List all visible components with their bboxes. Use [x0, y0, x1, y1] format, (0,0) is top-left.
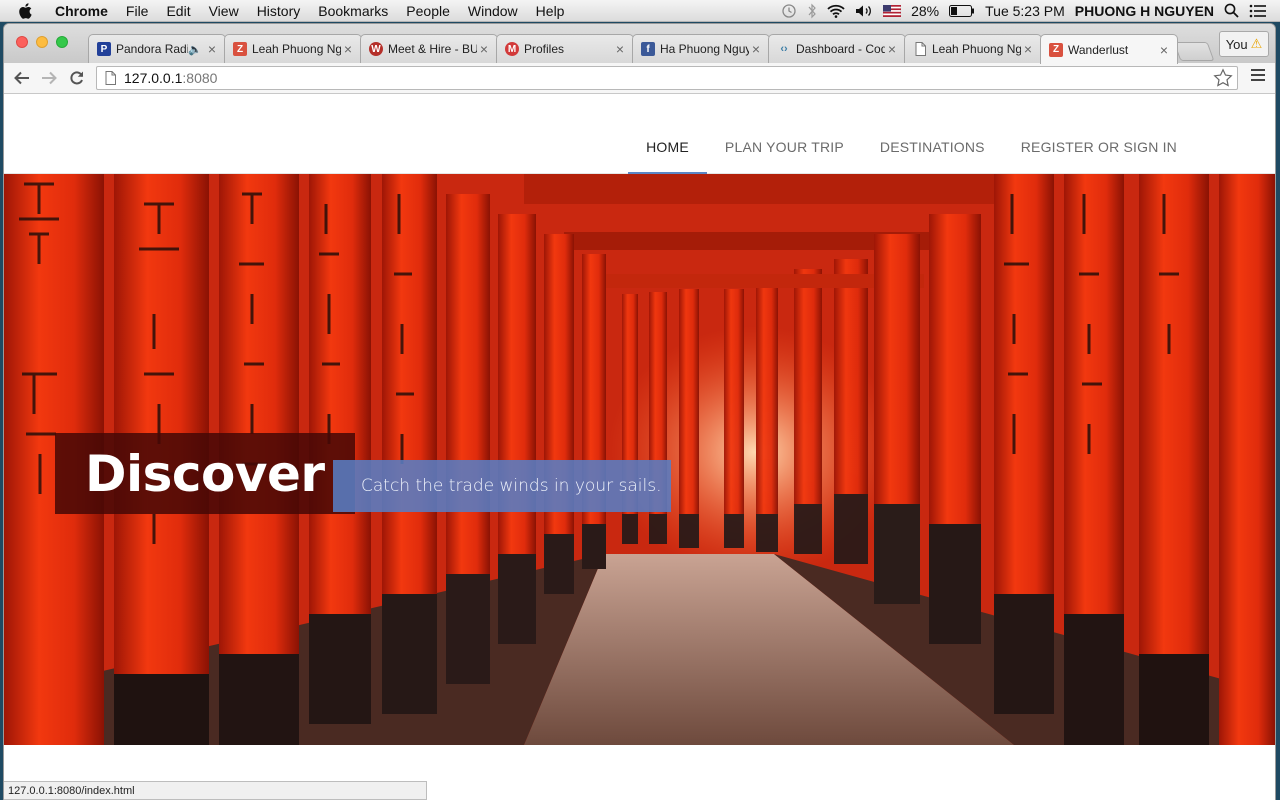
hero-headline-box: Discover — [55, 433, 355, 514]
notification-center-icon[interactable] — [1249, 4, 1266, 18]
url-port: :8080 — [182, 70, 218, 86]
window-controls — [16, 36, 76, 48]
tab-wanderlust[interactable]: Z Wanderlust × — [1040, 34, 1178, 64]
close-window-button[interactable] — [16, 36, 28, 48]
close-tab-icon[interactable]: × — [1157, 42, 1171, 58]
close-tab-icon[interactable]: × — [613, 41, 627, 57]
code-brackets-favicon-icon: ‹› — [780, 43, 788, 55]
apple-menu-icon[interactable] — [18, 2, 40, 19]
menu-file[interactable]: File — [117, 0, 158, 22]
tab-title: Wanderlust — [1068, 42, 1129, 57]
back-button[interactable] — [10, 66, 34, 90]
input-source-flag-icon[interactable] — [883, 4, 902, 17]
profiles-favicon-icon: M — [505, 42, 519, 56]
tab-pandora-radio[interactable]: P Pandora Radio 🔈 × — [88, 34, 226, 63]
hamburger-menu-icon — [1251, 69, 1265, 81]
url-host: 127.0.0.1 — [124, 70, 183, 86]
menu-help[interactable]: Help — [527, 0, 574, 22]
menu-view[interactable]: View — [200, 0, 248, 22]
site-navigation: HOME PLAN YOUR TRIP DESTINATIONS REGISTE… — [4, 95, 1275, 174]
warning-icon: ⚠ — [1250, 36, 1263, 51]
close-tab-icon[interactable]: × — [341, 41, 355, 57]
document-favicon-icon — [913, 42, 927, 56]
pandora-favicon-icon: P — [97, 42, 111, 56]
tab-title: Meet & Hire - BUNCH — [388, 42, 477, 56]
menu-bookmarks[interactable]: Bookmarks — [309, 0, 397, 22]
reload-button[interactable] — [65, 66, 89, 90]
nav-plan-your-trip[interactable]: PLAN YOUR TRIP — [707, 95, 862, 174]
zerply-favicon-icon: Z — [233, 42, 247, 56]
menu-people[interactable]: People — [397, 0, 459, 22]
nav-destinations[interactable]: DESTINATIONS — [862, 95, 1003, 174]
link-status-bar: 127.0.0.1:8080/index.html — [4, 781, 427, 800]
time-machine-icon[interactable] — [781, 3, 797, 19]
browser-window: P Pandora Radio 🔈 × Z Leah Phuong Nguyen… — [4, 24, 1275, 800]
tab-strip: P Pandora Radio 🔈 × Z Leah Phuong Nguyen… — [4, 24, 1275, 64]
wifi-icon[interactable] — [827, 4, 845, 18]
forward-button[interactable] — [37, 66, 61, 90]
minimize-window-button[interactable] — [36, 36, 48, 48]
tab-ha-phuong-nguyen[interactable]: f Ha Phuong Nguyen × — [632, 34, 770, 63]
hero-subhead-box: Catch the trade winds in your sails. — [333, 460, 671, 512]
bookmark-star-icon[interactable] — [1213, 68, 1233, 91]
tab-meet-and-hire[interactable]: W Meet & Hire - BUNCH × — [360, 34, 498, 63]
nav-home[interactable]: HOME — [628, 95, 707, 174]
tab-title: Profiles — [524, 42, 565, 56]
forward-arrow-icon — [42, 71, 57, 85]
tab-leah-phuong-nguyen-doc[interactable]: Leah Phuong Nguyen × — [904, 34, 1042, 63]
close-tab-icon[interactable]: × — [477, 41, 491, 57]
tab-dashboard-codecademy[interactable]: ‹› Dashboard - Codecademy × — [768, 34, 906, 63]
new-tab-button[interactable] — [1173, 42, 1215, 61]
nav-register-or-sign-in[interactable]: REGISTER OR SIGN IN — [1003, 95, 1195, 174]
tab-profiles[interactable]: M Profiles × — [496, 34, 634, 63]
hero-headline: Discover — [85, 444, 325, 503]
tab-leah-phuong-nguyen[interactable]: Z Leah Phuong Nguyen × — [224, 34, 362, 63]
browser-toolbar: 127.0.0.1:8080 — [4, 63, 1275, 94]
close-tab-icon[interactable]: × — [1021, 41, 1035, 57]
tab-title: Ha Phuong Nguyen — [660, 42, 749, 56]
tab-title: Leah Phuong Nguyen — [932, 42, 1021, 56]
menu-history[interactable]: History — [248, 0, 310, 22]
tab-title: Leah Phuong Nguyen — [252, 42, 341, 56]
bunch-favicon-icon: W — [369, 42, 383, 56]
volume-icon[interactable] — [855, 4, 873, 18]
battery-percentage[interactable]: 28% — [911, 3, 939, 19]
profile-button[interactable]: You ⚠ — [1219, 31, 1269, 57]
macos-menu-bar: Chrome File Edit View History Bookmarks … — [0, 0, 1280, 22]
back-arrow-icon — [14, 71, 29, 85]
reload-icon — [70, 71, 84, 85]
audio-playing-icon: 🔈 — [188, 43, 202, 56]
hero-subhead: Catch the trade winds in your sails. — [361, 476, 662, 496]
tab-title: Pandora Radio — [116, 42, 189, 56]
page-icon — [105, 71, 116, 85]
menu-clock[interactable]: Tue 5:23 PM — [985, 3, 1065, 19]
menu-edit[interactable]: Edit — [157, 0, 199, 22]
zerply-favicon-icon: Z — [1049, 42, 1063, 57]
close-tab-icon[interactable]: × — [749, 41, 763, 57]
web-page: HOME PLAN YOUR TRIP DESTINATIONS REGISTE… — [4, 95, 1275, 800]
bluetooth-icon[interactable] — [807, 3, 817, 19]
profile-label: You — [1225, 36, 1248, 52]
battery-icon[interactable] — [949, 4, 975, 17]
menu-user-name[interactable]: PHUONG H NGUYEN — [1075, 3, 1214, 19]
menu-window[interactable]: Window — [459, 0, 527, 22]
hero-banner: Discover Catch the trade winds in your s… — [4, 174, 1275, 745]
close-tab-icon[interactable]: × — [885, 41, 899, 57]
spotlight-search-icon[interactable] — [1224, 3, 1239, 18]
close-tab-icon[interactable]: × — [205, 41, 219, 57]
address-bar[interactable]: 127.0.0.1:8080 — [96, 66, 1238, 90]
tab-title: Dashboard - Codecademy — [796, 42, 885, 56]
menu-app-name[interactable]: Chrome — [46, 0, 117, 22]
zoom-window-button[interactable] — [56, 36, 68, 48]
facebook-favicon-icon: f — [641, 42, 655, 56]
chrome-menu-button[interactable] — [1251, 68, 1265, 87]
